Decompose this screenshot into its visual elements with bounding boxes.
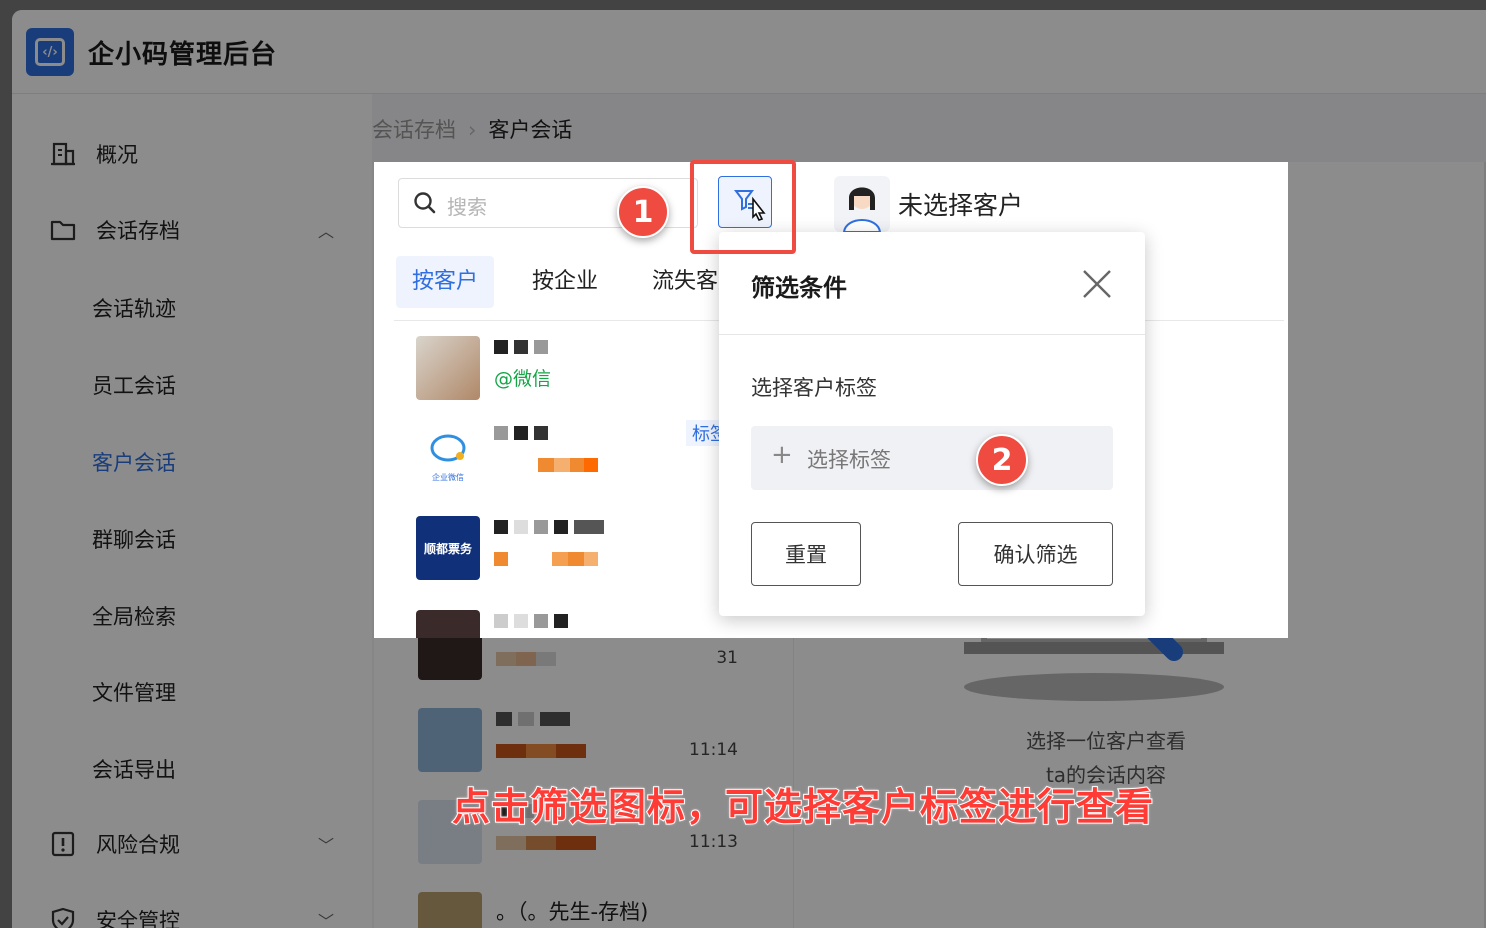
- avatar: 顺都票务: [416, 516, 480, 580]
- tutorial-caption: 点击筛选图标，可选择客户标签进行查看: [451, 784, 1155, 830]
- popover-title: 筛选条件: [751, 274, 847, 302]
- avatar: [416, 610, 480, 638]
- highlight-box: [690, 160, 796, 254]
- selected-customer-name: 未选择客户: [898, 191, 1024, 220]
- filter-popover: 筛选条件 选择客户标签 + 选择标签 重置 确认筛选: [719, 232, 1145, 616]
- filter-label: 选择客户标签: [751, 376, 877, 400]
- divider: [719, 334, 1145, 335]
- list-item[interactable]: 顺都票务: [416, 506, 756, 592]
- avatar: [834, 176, 890, 232]
- masked-name: [494, 520, 604, 534]
- masked-name: [494, 614, 568, 628]
- list-item[interactable]: 企业微信 标签: [416, 412, 756, 498]
- step-marker-2: 2: [976, 434, 1028, 486]
- step-marker-1: 1: [617, 186, 669, 238]
- list-item[interactable]: [416, 600, 756, 638]
- masked-name: [494, 426, 548, 440]
- masked-subtitle: [494, 552, 598, 566]
- tag-select-field[interactable]: + 选择标签: [751, 426, 1113, 490]
- tab-by-customer[interactable]: 按客户: [396, 256, 495, 308]
- tag-select-placeholder: 选择标签: [807, 448, 891, 472]
- masked-subtitle: [538, 458, 598, 472]
- search-icon: [414, 192, 436, 214]
- brand-text: 顺都票务: [423, 541, 472, 556]
- tab-by-enterprise[interactable]: 按企业: [516, 256, 614, 308]
- reset-button[interactable]: 重置: [751, 522, 861, 586]
- wecom-logo-icon: 企业微信: [416, 422, 480, 486]
- list-item[interactable]: @微信: [416, 326, 756, 412]
- search-input[interactable]: 搜索: [447, 191, 487, 220]
- wechat-tag: @微信: [494, 368, 552, 390]
- masked-name: [494, 340, 548, 354]
- svg-text:企业微信: 企业微信: [432, 472, 464, 482]
- avatar: [416, 336, 480, 400]
- close-icon[interactable]: [1081, 268, 1113, 300]
- confirm-filter-button[interactable]: 确认筛选: [958, 522, 1113, 586]
- plus-icon: +: [771, 440, 793, 470]
